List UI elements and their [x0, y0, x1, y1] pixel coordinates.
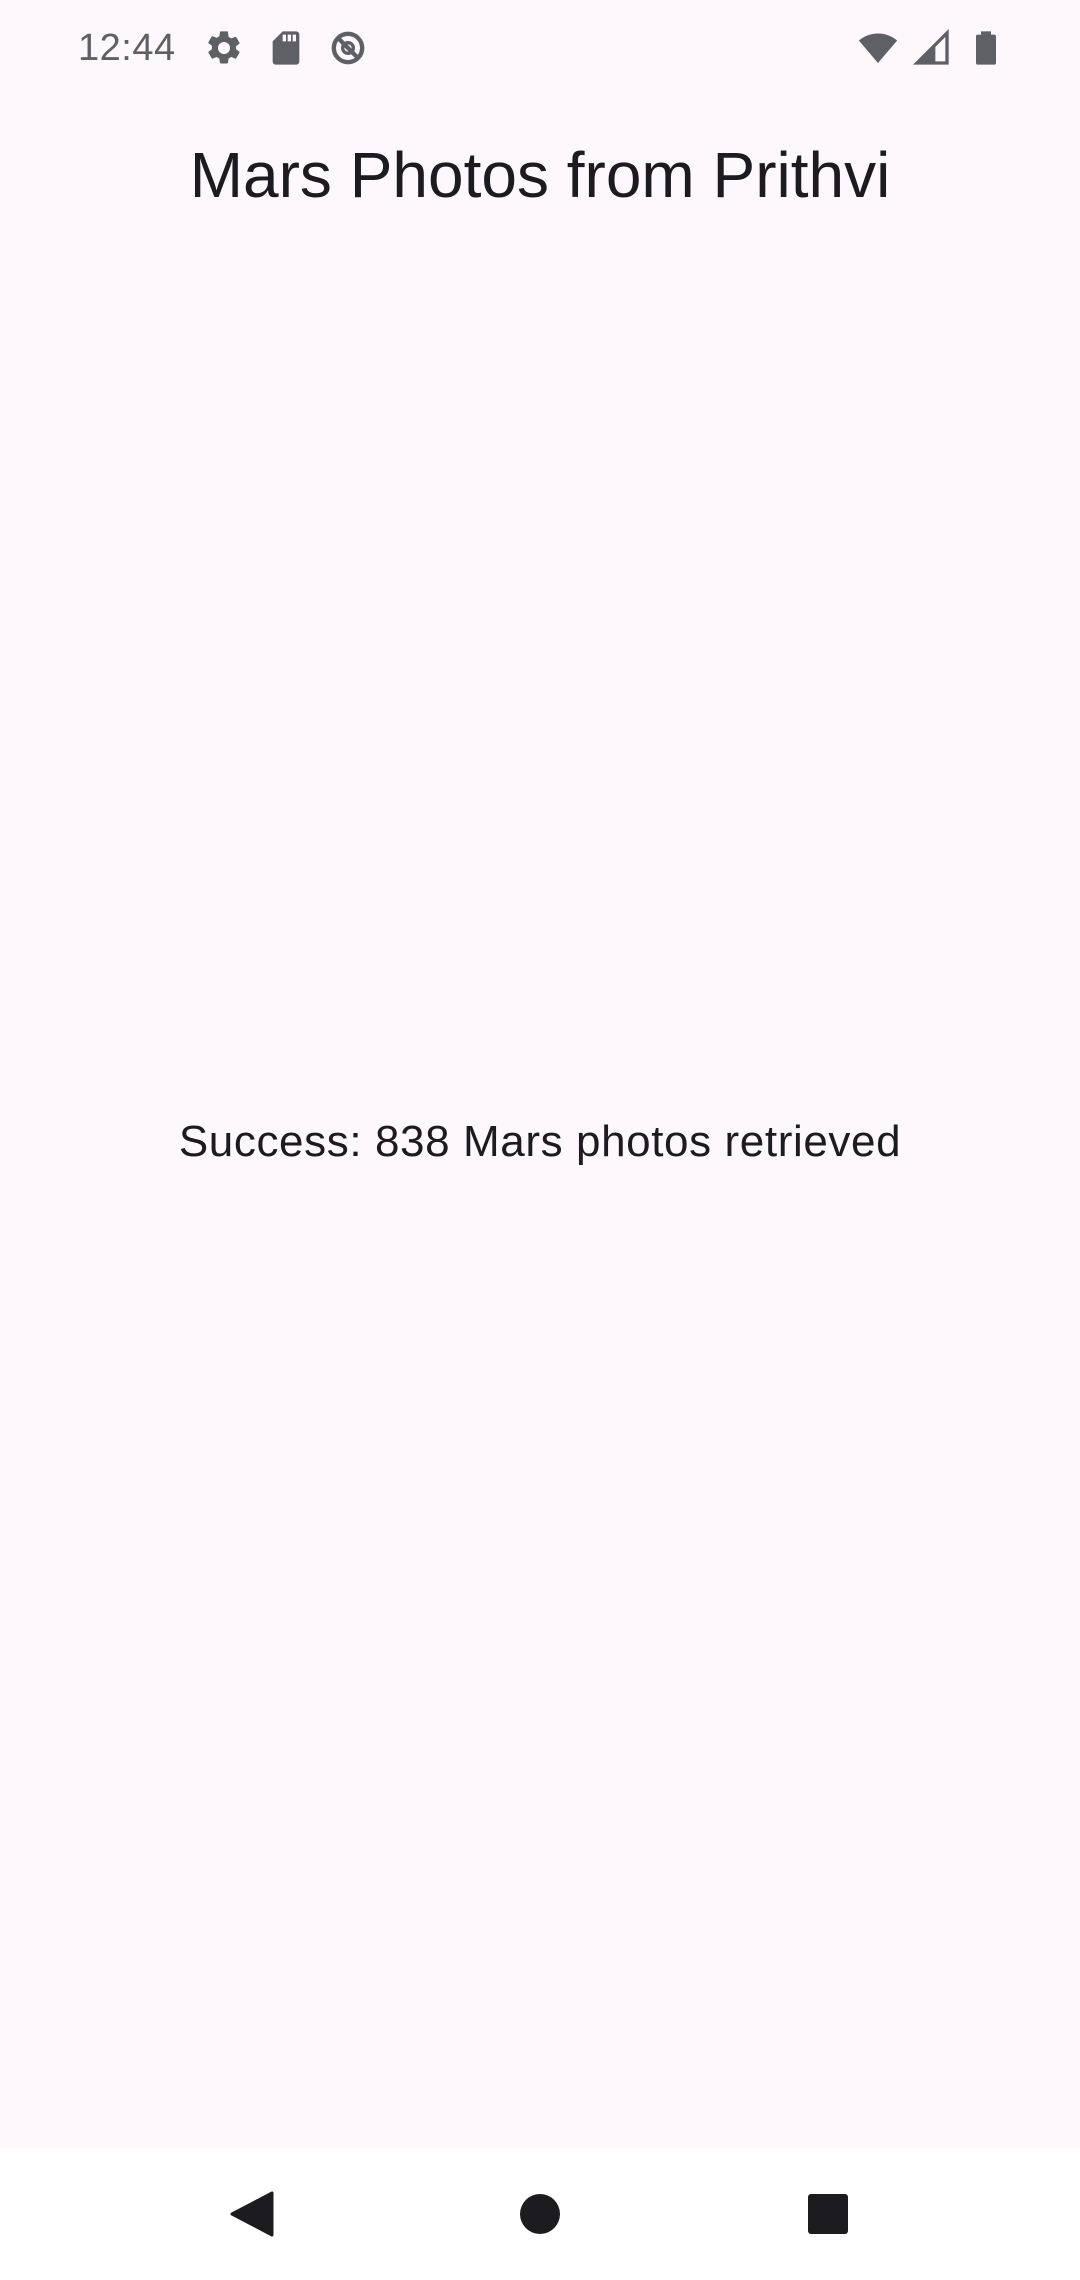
app-screen: 12:44 Mars Photos from Prithvi Success: …	[0, 0, 1080, 2280]
do-not-disturb-icon	[328, 28, 368, 68]
cellular-signal-icon	[912, 28, 952, 68]
wifi-icon	[858, 28, 898, 68]
page-title: Mars Photos from Prithvi	[189, 139, 891, 211]
top-app-bar: Mars Photos from Prithvi	[0, 130, 1080, 220]
sd-card-icon	[266, 28, 306, 68]
recents-button[interactable]	[768, 2154, 888, 2274]
home-button[interactable]	[480, 2154, 600, 2274]
back-icon	[230, 2191, 274, 2237]
success-message: Success: 838 Mars photos retrieved	[178, 1117, 902, 1166]
battery-icon	[966, 28, 1006, 68]
settings-icon	[204, 28, 244, 68]
home-icon	[520, 2194, 560, 2234]
recents-icon	[808, 2194, 848, 2234]
result-container: Success: 838 Mars photos retrieved	[0, 1110, 1080, 1174]
status-time: 12:44	[78, 26, 176, 69]
status-bar-right	[844, 28, 1006, 68]
back-button[interactable]	[192, 2154, 312, 2274]
status-bar-left: 12:44	[78, 27, 390, 70]
status-bar: 12:44	[0, 0, 1080, 96]
navigation-bar	[0, 2148, 1080, 2280]
